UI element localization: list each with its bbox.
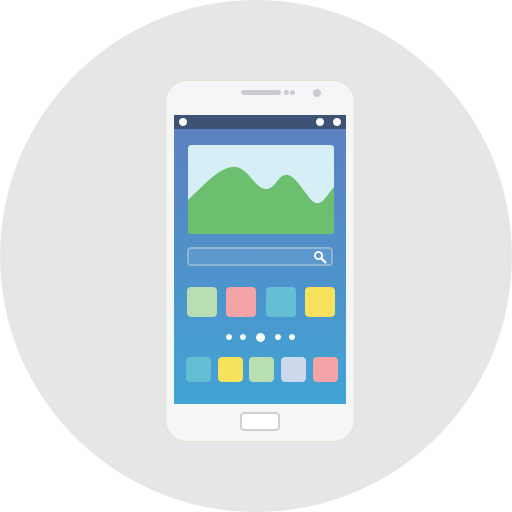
dock-tile-2[interactable]	[218, 357, 243, 382]
speaker-grille	[241, 90, 281, 95]
landscape-image-icon[interactable]	[188, 145, 334, 234]
front-camera	[313, 89, 321, 97]
app-tile-3[interactable]	[266, 287, 296, 317]
page-dot[interactable]	[240, 334, 246, 340]
app-tile-1[interactable]	[187, 287, 217, 317]
page-dot-active[interactable]	[255, 332, 265, 342]
search-bar[interactable]	[187, 247, 333, 266]
sensor-dot-2	[290, 90, 295, 95]
landscape-image-graphic	[188, 145, 334, 234]
page-dot[interactable]	[226, 334, 232, 340]
page-dot[interactable]	[275, 334, 281, 340]
status-dot-right-2	[333, 118, 341, 126]
magnifier-icon[interactable]	[313, 250, 327, 264]
home-button-icon[interactable]	[240, 412, 280, 431]
dock-tile-5[interactable]	[313, 357, 338, 382]
app-tile-4[interactable]	[305, 287, 335, 317]
page-dot[interactable]	[289, 334, 295, 340]
status-dot-left	[179, 118, 187, 126]
status-dot-right-1	[316, 118, 324, 126]
dock-tile-3[interactable]	[249, 357, 274, 382]
phone-screen	[174, 115, 346, 404]
sensor-dot-1	[284, 90, 289, 95]
app-icon-canvas	[0, 0, 512, 512]
status-bar	[174, 115, 346, 129]
app-tile-2[interactable]	[226, 287, 256, 317]
dock-tile-1[interactable]	[186, 357, 211, 382]
dock-tile-4[interactable]	[281, 357, 306, 382]
